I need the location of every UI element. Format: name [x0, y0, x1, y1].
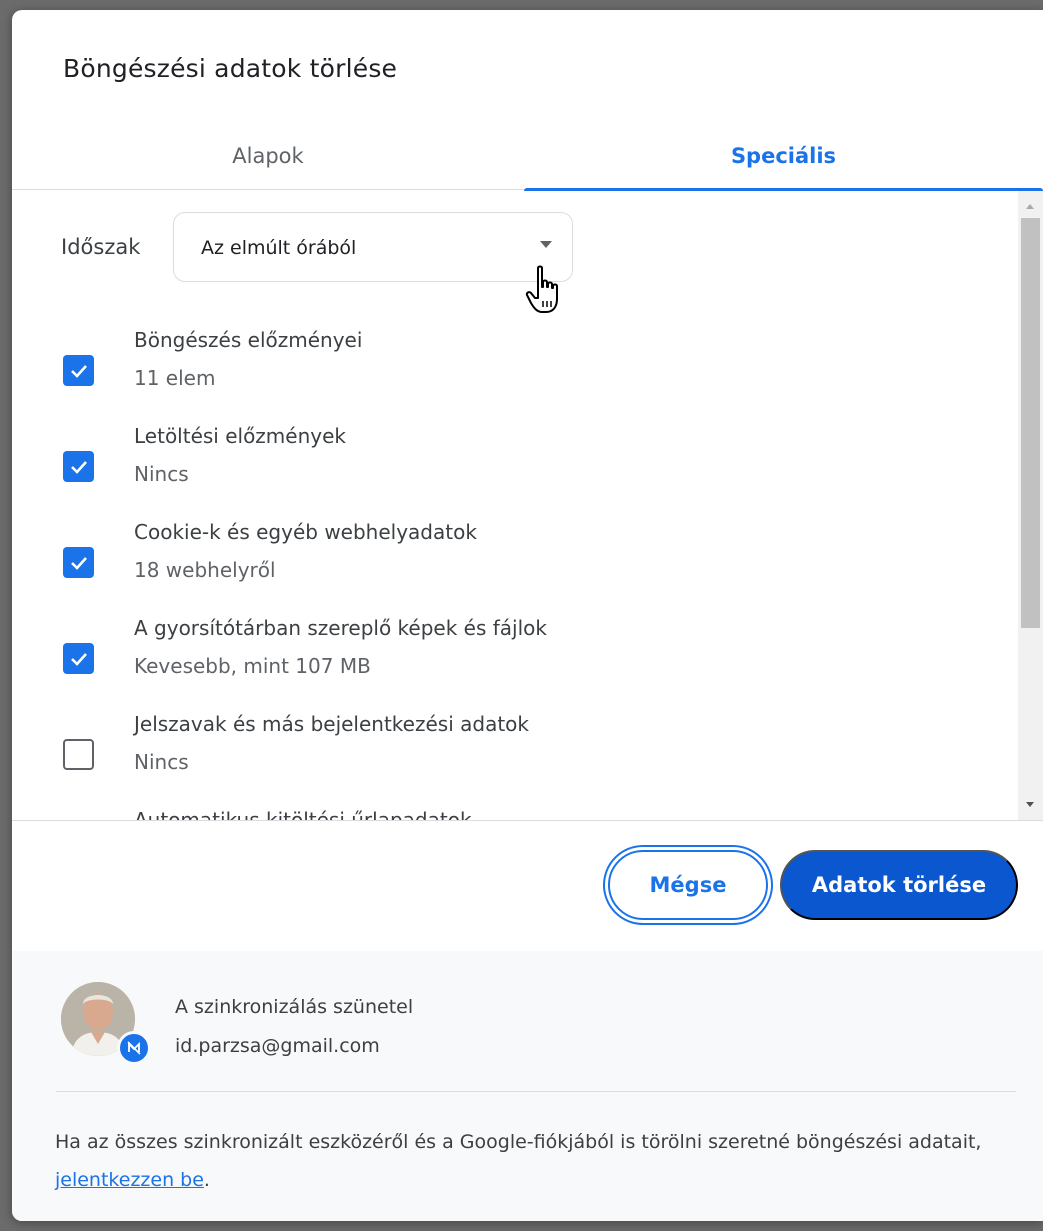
divider — [12, 820, 1043, 821]
option-title: Letöltési előzmények — [134, 424, 346, 448]
sync-paused-badge-icon — [117, 1031, 151, 1065]
dialog-title: Böngészési adatok törlése — [63, 54, 398, 83]
time-range-value: Az elmúlt órából — [201, 237, 357, 259]
option-autofill: Automatikus kitöltési űrlapadatok — [12, 808, 1012, 820]
option-title: Cookie-k és egyéb webhelyadatok — [134, 520, 477, 544]
clear-data-button[interactable]: Adatok törlése — [780, 850, 1018, 920]
download-history-checkbox[interactable] — [63, 451, 94, 482]
checkmark-icon — [70, 460, 87, 474]
scrollbar[interactable] — [1018, 191, 1043, 820]
account-email: id.parzsa@gmail.com — [175, 1035, 380, 1057]
checkmark-icon — [70, 652, 87, 666]
time-range-dropdown[interactable]: Az elmúlt órából — [173, 212, 573, 282]
option-title: Automatikus kitöltési űrlapadatok — [134, 808, 472, 820]
option-subtitle: Kevesebb, mint 107 MB — [134, 654, 371, 678]
scrollbar-thumb[interactable] — [1021, 218, 1040, 628]
option-subtitle: 18 webhelyről — [134, 558, 276, 582]
cookies-checkbox[interactable] — [63, 547, 94, 578]
option-passwords: Jelszavak és más bejelentkezési adatok N… — [12, 712, 1012, 792]
passwords-checkbox[interactable] — [63, 739, 94, 770]
option-cookies: Cookie-k és egyéb webhelyadatok 18 webhe… — [12, 520, 1012, 600]
scroll-down-arrow-icon[interactable] — [1026, 802, 1034, 807]
settings-list: Időszak Az elmúlt órából Böngészés előzm… — [12, 191, 1018, 820]
option-download-history: Letöltési előzmények Nincs — [12, 424, 1012, 504]
option-cache: A gyorsítótárban szereplő képek és fájlo… — [12, 616, 1012, 696]
sync-status-text: A szinkronizálás szünetel — [175, 996, 414, 1018]
tab-basic[interactable]: Alapok — [12, 122, 524, 190]
option-browsing-history: Böngészés előzményei 11 elem — [12, 328, 1012, 408]
checkmark-icon — [70, 364, 87, 378]
browsing-history-checkbox[interactable] — [63, 355, 94, 386]
option-title: A gyorsítótárban szereplő képek és fájlo… — [134, 616, 547, 640]
sign-in-info: Ha az összes szinkronizált eszközéről és… — [55, 1123, 1015, 1199]
time-range-label: Időszak — [61, 235, 141, 259]
option-subtitle: Nincs — [134, 462, 189, 486]
info-text-end: . — [203, 1169, 210, 1191]
info-text: Ha az összes szinkronizált eszközéről és… — [55, 1131, 982, 1153]
hand-pointer-cursor-icon — [525, 265, 558, 313]
account-footer: A szinkronizálás szünetel id.parzsa@gmai… — [12, 951, 1043, 1221]
dropdown-arrow-icon — [540, 241, 552, 248]
option-subtitle: 11 elem — [134, 366, 216, 390]
checkmark-icon — [70, 556, 87, 570]
tab-bar: Alapok Speciális — [12, 122, 1043, 191]
clear-browsing-data-dialog: Böngészési adatok törlése Alapok Speciál… — [12, 10, 1043, 1221]
option-title: Böngészés előzményei — [134, 328, 363, 352]
tab-advanced[interactable]: Speciális — [524, 122, 1043, 190]
scroll-up-arrow-icon[interactable] — [1026, 204, 1034, 209]
cache-checkbox[interactable] — [63, 643, 94, 674]
sign-in-link[interactable]: jelentkezzen be — [55, 1169, 204, 1191]
option-title: Jelszavak és más bejelentkezési adatok — [134, 712, 529, 736]
option-subtitle: Nincs — [134, 750, 189, 774]
divider — [56, 1091, 1016, 1092]
cancel-button[interactable]: Mégse — [608, 850, 768, 920]
